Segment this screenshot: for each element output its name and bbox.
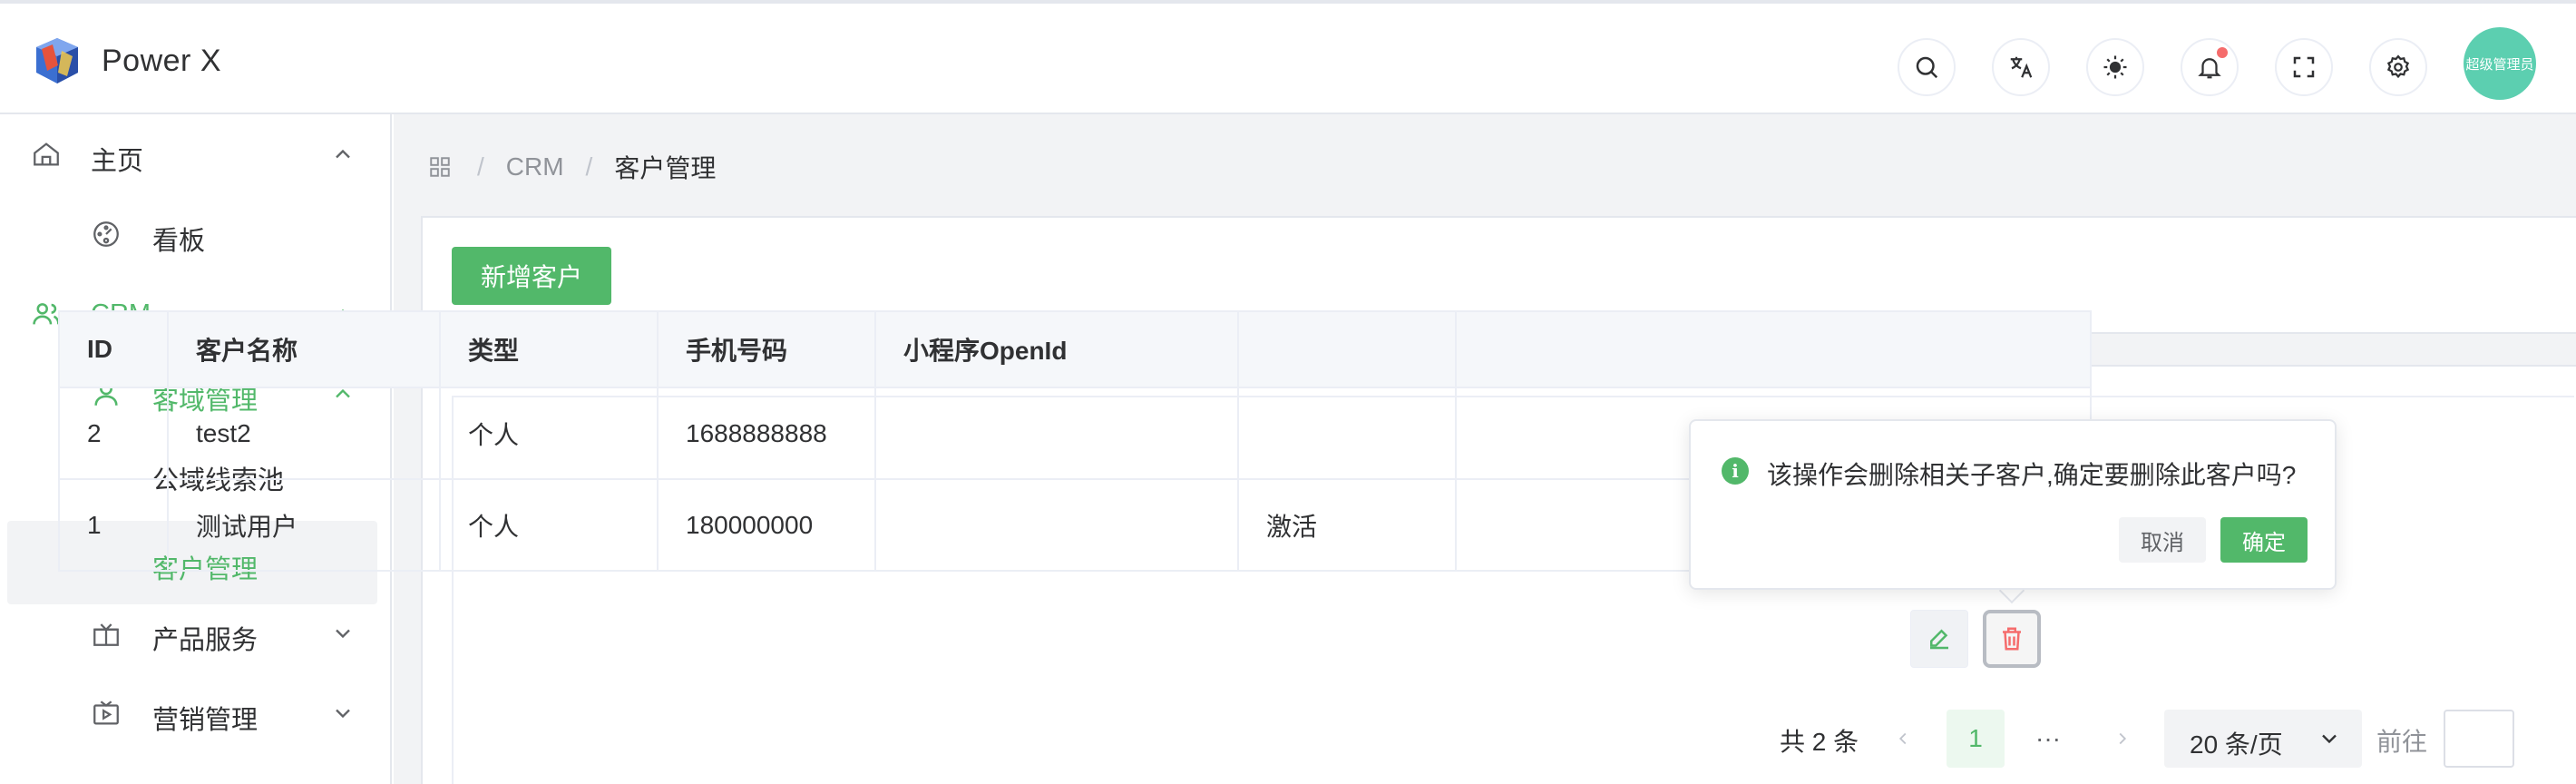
gear-icon	[2386, 54, 2410, 79]
add-customer-button[interactable]: 新增客户	[452, 247, 611, 305]
pagination-goto-input[interactable]	[2444, 710, 2514, 768]
chevron-right-icon	[2119, 732, 2127, 745]
page-size-select[interactable]: 20 条/页	[2164, 710, 2362, 768]
table-cell	[874, 387, 1239, 480]
table-header-cell: 小程序OpenId	[874, 310, 1239, 388]
table-header-cell: ID	[58, 310, 169, 388]
breadcrumb: / CRM / 客户管理	[428, 149, 716, 185]
breadcrumb-separator: /	[585, 152, 593, 181]
home-icon	[34, 142, 59, 166]
delete-popconfirm: i 该操作会删除相关子客户,确定要删除此客户吗? 取消 确定	[1689, 419, 2337, 590]
sidebar-item-label: 营销管理	[152, 706, 259, 735]
table-header-cell: 客户名称	[167, 310, 441, 388]
tv-icon	[93, 701, 119, 725]
table-cell: 个人	[439, 478, 659, 572]
theme-icon	[2103, 55, 2127, 79]
pagination-page-1[interactable]: 1	[1947, 710, 2005, 768]
chevron-down-icon	[2322, 734, 2337, 744]
sidebar-item-label: 看板	[152, 227, 206, 256]
table-cell: 1688888888	[657, 387, 876, 480]
delete-button[interactable]	[1983, 610, 2041, 668]
gift-icon	[93, 623, 119, 646]
top-header: Power X 超级管理员	[0, 0, 2576, 114]
table-cell: 激活	[1237, 478, 1457, 572]
language-button[interactable]	[1992, 38, 2050, 96]
breadcrumb-separator: /	[477, 152, 484, 181]
search-icon	[1916, 56, 1938, 79]
trash-icon	[2003, 627, 2021, 651]
chevron-left-icon	[1898, 732, 1907, 745]
chevron-up-icon	[336, 149, 350, 159]
search-button[interactable]	[1898, 38, 1956, 96]
users-icon	[33, 303, 60, 325]
chevron-down-icon	[336, 629, 350, 639]
fullscreen-button[interactable]	[2275, 38, 2333, 96]
fullscreen-icon	[2293, 56, 2315, 78]
popconfirm-message: 该操作会删除相关子客户,确定要删除此客户吗?	[1767, 461, 2297, 489]
sidebar-item-marketing[interactable]: 营销管理	[0, 673, 390, 753]
pagination-next-button[interactable]	[2095, 711, 2150, 766]
sidebar-item-products[interactable]: 产品服务	[0, 593, 390, 673]
table-cell	[1237, 387, 1457, 480]
pagination-prev-button[interactable]	[1876, 711, 1930, 766]
page-size-value: 20 条/页	[2190, 730, 2283, 759]
table-cell: 180000000	[657, 478, 876, 572]
app-logo-icon	[36, 38, 78, 83]
pagination-goto-label: 前往	[2376, 728, 2428, 756]
table-cell: 测试用户	[167, 478, 441, 572]
grid-icon[interactable]	[428, 155, 452, 179]
sidebar-item-label: 产品服务	[152, 626, 259, 655]
table-header-cell	[1237, 310, 1457, 388]
translate-icon	[2010, 56, 2033, 78]
popconfirm-confirm-button[interactable]: 确定	[2220, 517, 2308, 563]
pagination-total: 共 2 条	[1780, 728, 1859, 756]
table-cell: 个人	[439, 387, 659, 480]
chevron-down-icon	[336, 709, 350, 719]
sidebar-item-dashboard[interactable]: 看板	[0, 194, 390, 274]
table-cell: 1	[58, 478, 169, 572]
app-title: Power X	[102, 44, 221, 78]
table-header-cell: 类型	[439, 310, 659, 388]
table-header-row: ID 客户名称 类型 手机号码 小程序OpenId	[58, 310, 2092, 388]
table-cell	[874, 478, 1239, 572]
info-icon: i	[1722, 457, 1749, 485]
table-header-cell: 手机号码	[657, 310, 876, 388]
sidebar-item-label: 主页	[91, 147, 144, 176]
breadcrumb-item-crm[interactable]: CRM	[506, 152, 564, 181]
avatar[interactable]: 超级管理员	[2464, 27, 2536, 100]
edit-button[interactable]	[1910, 610, 1968, 668]
edit-icon	[1930, 629, 1948, 650]
pagination-more[interactable]: ···	[2019, 710, 2077, 768]
table-header-cell	[1455, 310, 2092, 388]
popconfirm-cancel-button[interactable]: 取消	[2119, 517, 2206, 563]
settings-button[interactable]	[2369, 38, 2427, 96]
table-cell: test2	[167, 387, 441, 480]
notification-badge	[2217, 47, 2228, 58]
bell-icon	[2198, 58, 2221, 79]
breadcrumb-item-current: 客户管理	[614, 154, 717, 182]
notification-button[interactable]	[2181, 38, 2239, 96]
sidebar-item-home[interactable]: 主页	[0, 114, 390, 194]
theme-button[interactable]	[2086, 38, 2144, 96]
dashboard-icon	[93, 221, 119, 247]
table-cell: 2	[58, 387, 169, 480]
